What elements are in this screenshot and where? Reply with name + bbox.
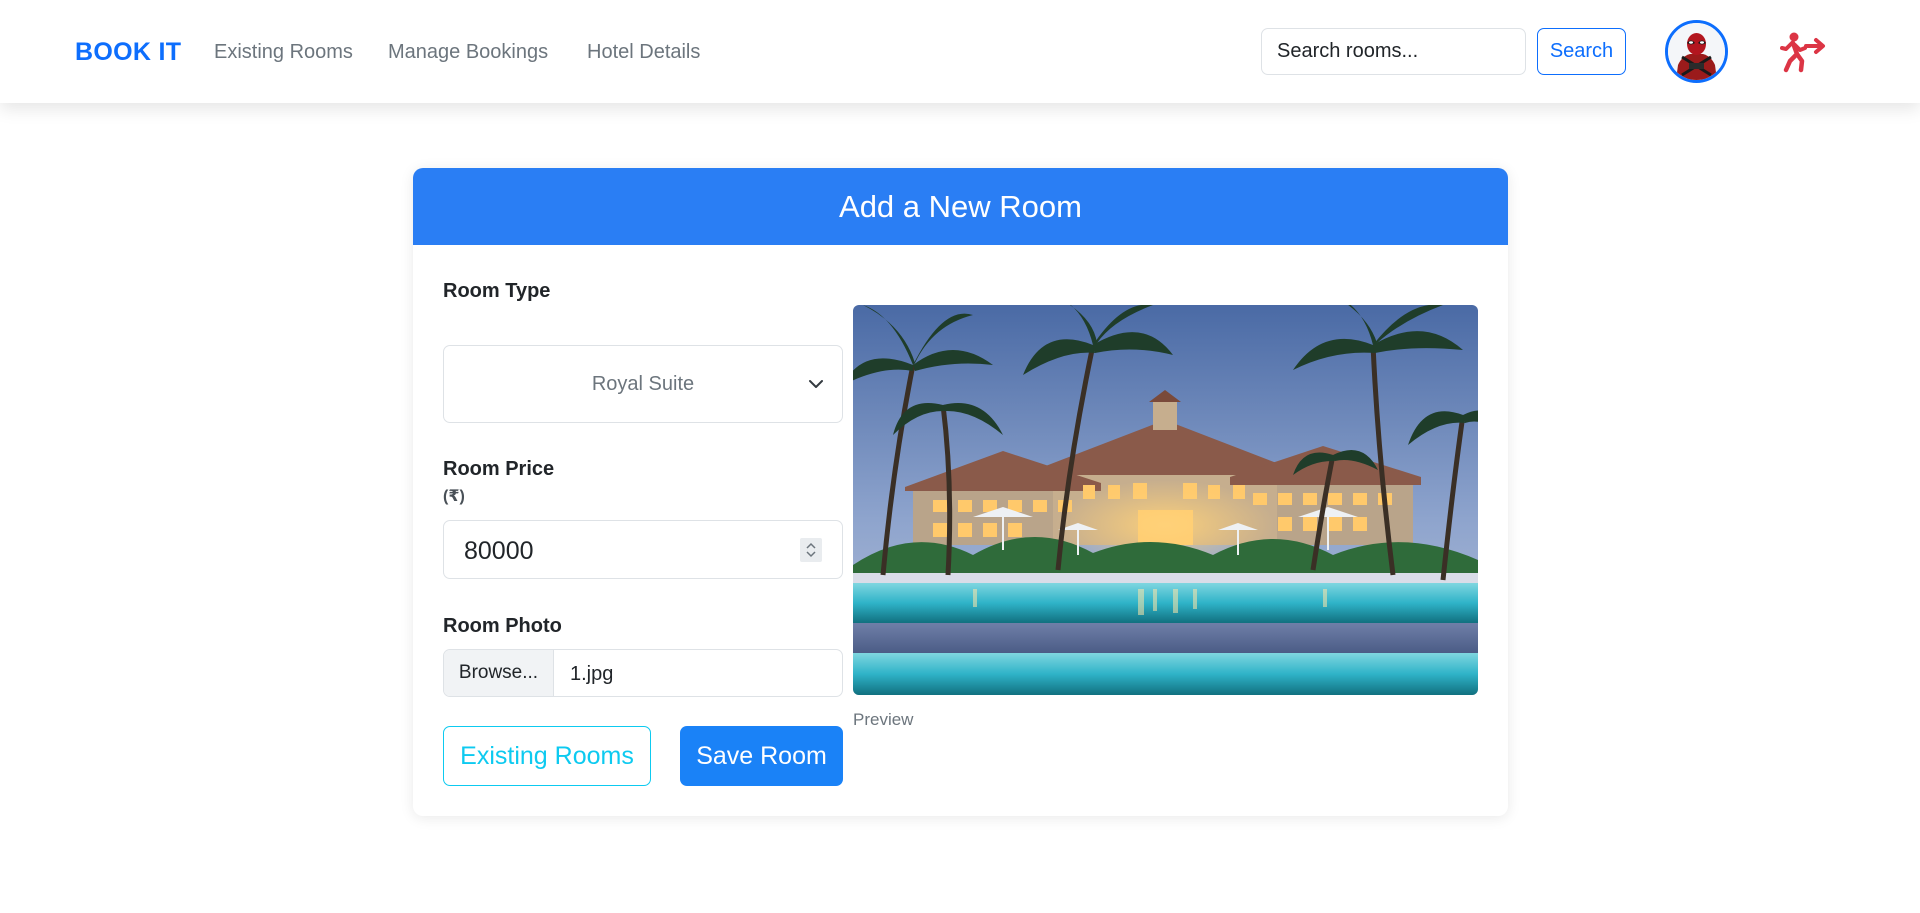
room-type-label: Room Type	[443, 280, 551, 302]
room-price-input[interactable]: 80000	[443, 520, 843, 579]
room-type-select[interactable]: Royal Suite	[443, 345, 843, 423]
room-photo-label: Room Photo	[443, 615, 562, 637]
nav-link-hotel-details[interactable]: Hotel Details	[587, 41, 700, 64]
brand-logo[interactable]: BOOK IT	[75, 38, 181, 67]
user-avatar[interactable]	[1665, 20, 1728, 83]
room-type-value: Royal Suite	[591, 372, 695, 395]
number-spinner[interactable]	[800, 538, 822, 562]
logout-run-icon[interactable]	[1778, 31, 1826, 73]
spinner-arrows-icon	[806, 542, 816, 558]
room-preview-image	[853, 305, 1478, 695]
avatar-image	[1668, 23, 1725, 80]
room-price-label: Room Price	[443, 458, 555, 480]
top-navbar: BOOK IT Existing Rooms Manage Bookings H…	[0, 0, 1920, 103]
search-input[interactable]	[1261, 28, 1526, 75]
file-name: 1.jpg	[570, 663, 614, 685]
nav-link-existing-rooms[interactable]: Existing Rooms	[214, 41, 353, 64]
save-room-button[interactable]: Save Room	[680, 726, 843, 786]
card-title: Add a New Room	[413, 168, 1508, 245]
browse-button[interactable]: Browse...	[444, 650, 554, 696]
existing-rooms-button[interactable]: Existing Rooms	[443, 726, 651, 786]
preview-caption: Preview	[853, 710, 914, 729]
room-price-value: 80000	[464, 537, 534, 565]
room-photo-input[interactable]: Browse... 1.jpg	[443, 649, 843, 697]
nav-link-manage-bookings[interactable]: Manage Bookings	[388, 41, 548, 64]
chevron-down-icon	[809, 380, 823, 388]
add-room-card: Add a New Room Room Type Royal Suite Roo…	[413, 168, 1508, 816]
room-price-unit: (₹)	[443, 488, 465, 505]
search-button[interactable]: Search	[1537, 28, 1626, 75]
